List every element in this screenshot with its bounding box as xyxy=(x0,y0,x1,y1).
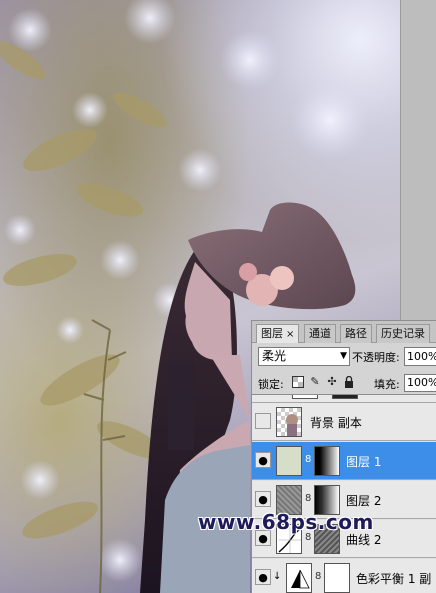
tab-history[interactable]: 历史记录 xyxy=(376,324,430,343)
layer-name: 背景 副本 xyxy=(310,416,362,430)
tab-paths[interactable]: 路径 xyxy=(340,324,372,343)
opacity-field[interactable]: 100% xyxy=(404,347,436,366)
eye-icon[interactable]: ● xyxy=(255,452,271,468)
tab-layers[interactable]: 图层 × xyxy=(256,324,300,344)
dropdown-arrow-icon: ▼ xyxy=(340,351,347,361)
eye-icon[interactable]: ● xyxy=(255,491,271,507)
color-balance-adjustment-icon xyxy=(286,563,312,593)
layers-panel: 图层 × 通道 路径 历史记录 柔光 ▼ 不透明度: 100% 锁定: ✎ ✣ 填… xyxy=(251,320,436,593)
mask-thumbnail xyxy=(332,395,358,399)
tab-channels[interactable]: 通道 xyxy=(304,324,336,343)
mask-thumbnail xyxy=(314,446,340,476)
mask-thumbnail xyxy=(324,563,350,593)
layer-thumbnail xyxy=(276,446,302,476)
clipping-arrow-icon: ↓ xyxy=(273,571,282,582)
close-icon[interactable]: × xyxy=(286,326,294,344)
image-pixels-lock-icon[interactable]: ✎ xyxy=(309,376,321,388)
blend-mode-value: 柔光 xyxy=(262,349,287,363)
eye-icon[interactable]: ● xyxy=(255,569,271,585)
lock-label: 锁定: xyxy=(258,378,284,391)
tab-label: 图层 xyxy=(261,327,283,340)
blend-mode-select[interactable]: 柔光 ▼ xyxy=(258,347,350,366)
watermark-text: www.68ps.com xyxy=(198,510,374,534)
fill-label: 填充: xyxy=(374,378,400,391)
link-icon: 8 xyxy=(305,493,312,504)
fill-field[interactable]: 100% xyxy=(404,374,436,392)
blend-row: 柔光 ▼ 不透明度: 100% xyxy=(252,345,436,367)
position-lock-icon[interactable]: ✣ xyxy=(326,376,338,388)
transparent-pixels-lock-icon[interactable] xyxy=(292,376,304,388)
link-icon: 8 xyxy=(305,454,312,465)
eye-icon[interactable] xyxy=(255,413,271,429)
panel-tabs: 图层 × 通道 路径 历史记录 xyxy=(252,321,436,343)
lock-row: 锁定: ✎ ✣ 填充: 100% xyxy=(252,373,436,393)
layer-row-partial[interactable] xyxy=(252,395,436,403)
layer-row-selected[interactable]: ● 8 图层 1 xyxy=(252,442,436,480)
layer-thumbnail xyxy=(276,407,302,437)
layer-name: 图层 1 xyxy=(346,455,382,469)
layer-name: 图层 2 xyxy=(346,494,382,508)
all-lock-icon[interactable] xyxy=(343,375,355,388)
link-icon: 8 xyxy=(315,571,322,582)
opacity-label: 不透明度: xyxy=(352,351,400,364)
layer-name: 色彩平衡 1 副 xyxy=(356,572,432,586)
layers-list: 背景 副本 ● 8 图层 1 ● 8 图层 2 ● 8 曲线 2 ● ↓ 8 色… xyxy=(252,394,436,593)
layer-thumbnail xyxy=(292,395,318,399)
layer-row[interactable]: 背景 副本 xyxy=(252,403,436,441)
layer-row[interactable]: ● ↓ 8 色彩平衡 1 副 xyxy=(252,559,436,593)
